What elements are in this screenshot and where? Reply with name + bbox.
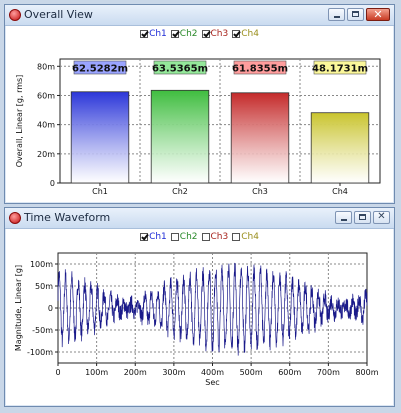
y-tick-label: 40m xyxy=(37,121,55,130)
x-tick-label: 800m xyxy=(355,368,378,377)
y-tick-label: -50m xyxy=(32,326,53,335)
overall-view-window: Overall View ✕ Ch1 Ch2 Ch3 Ch4 0 20m 40m 60m 80… xyxy=(4,4,395,204)
y-tick-label: 0 xyxy=(48,304,53,313)
y-tick-label: 80m xyxy=(37,62,55,71)
y-tick-label: 20m xyxy=(37,150,55,159)
data-label: 48.1731m xyxy=(312,64,368,75)
overall-bar-chart: 0 20m 40m 60m 80m 62.5282m Ch1 63.5365m Ch2 61.83… xyxy=(15,58,381,196)
y-axis-label: Magnitude, Linear [g] xyxy=(14,265,23,351)
y-tick-label: 60m xyxy=(37,91,55,100)
bar-ch3[interactable] xyxy=(230,92,290,184)
x-tick-label: 300m xyxy=(162,368,185,377)
data-label: 61.8355m xyxy=(232,64,288,75)
x-tick-label: Ch4 xyxy=(332,187,348,196)
y-tick-label: 0 xyxy=(50,179,55,188)
x-tick-label: Ch1 xyxy=(92,187,108,196)
data-label: 63.5365m xyxy=(152,64,208,75)
y-tick-label: 50m xyxy=(35,282,53,291)
x-tick-label: 100m xyxy=(85,368,108,377)
bar-ch4[interactable] xyxy=(310,112,370,184)
x-tick-label: 700m xyxy=(317,368,340,377)
bar-ch1[interactable] xyxy=(70,91,130,184)
y-tick-label: 100m xyxy=(30,260,53,269)
waveform-line-chart: 0 100m 200m 300m 400m 500m 600m 700m 800m 100m 50m… xyxy=(14,252,379,387)
data-label: 62.5282m xyxy=(72,64,128,75)
x-tick-label: Ch2 xyxy=(172,187,188,196)
y-tick-label: -100m xyxy=(27,348,53,357)
x-tick-label: 0 xyxy=(55,368,60,377)
bar-ch2[interactable] xyxy=(150,89,210,184)
y-axis-label: Overall, Linear [g, rms] xyxy=(15,75,24,168)
x-tick-label: 200m xyxy=(124,368,147,377)
x-tick-label: 600m xyxy=(278,368,301,377)
x-axis-label: Sec xyxy=(205,378,219,387)
x-tick-label: 400m xyxy=(201,368,224,377)
time-waveform-window: Time Waveform ✕ Ch1 Ch2 Ch3 Ch4 0 100m 200m 30… xyxy=(4,207,395,407)
x-tick-label: Ch3 xyxy=(252,187,268,196)
x-tick-label: 500m xyxy=(240,368,263,377)
